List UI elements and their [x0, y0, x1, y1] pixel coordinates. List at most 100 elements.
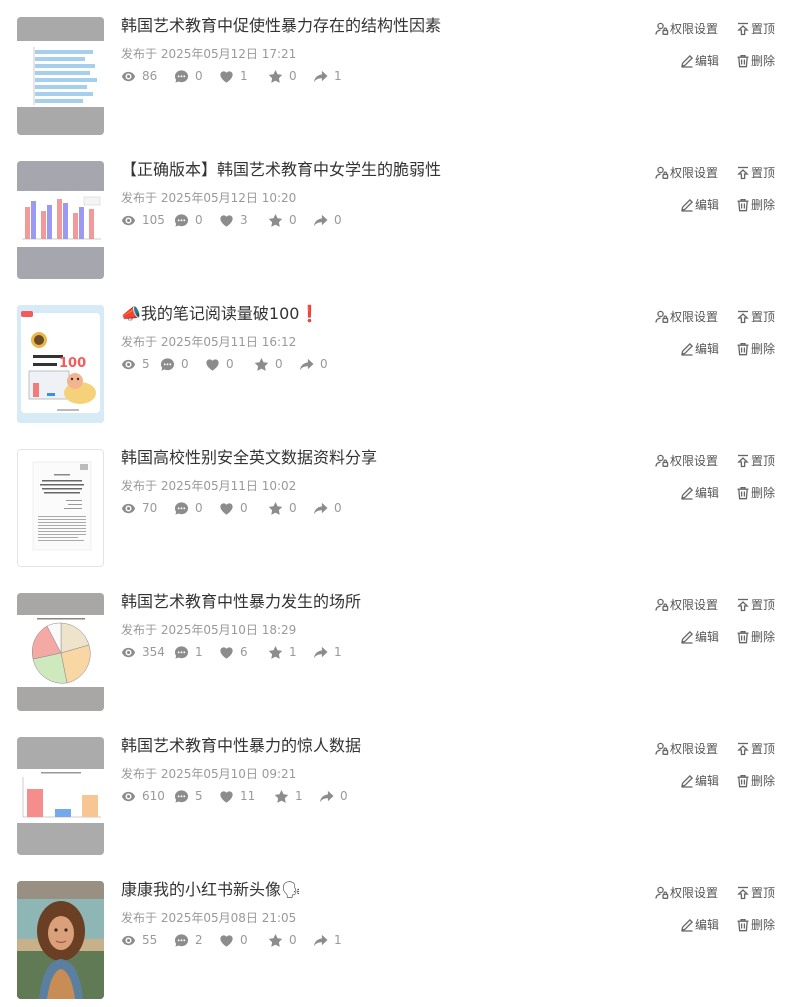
comments-count: 2	[195, 933, 203, 947]
comment-icon	[174, 933, 189, 947]
collects-count: 0	[289, 501, 297, 515]
note-thumbnail[interactable]: 100	[17, 305, 104, 423]
shares-count: 1	[334, 645, 342, 659]
delete-label: 删除	[751, 918, 776, 932]
note-thumbnail[interactable]	[17, 17, 104, 135]
edit-button[interactable]: 编辑	[680, 484, 719, 501]
shares-stat: 1	[313, 69, 346, 84]
edit-label: 编辑	[695, 486, 720, 500]
comment-icon	[174, 69, 189, 83]
shares-stat: 1	[313, 933, 346, 948]
pin-top-icon	[737, 22, 749, 35]
likes-stat: 3	[219, 213, 268, 228]
note-title[interactable]: 📣我的笔记阅读量破100❗	[121, 303, 319, 325]
delete-button[interactable]: 删除	[736, 196, 775, 213]
note-thumbnail[interactable]	[17, 593, 104, 711]
delete-button[interactable]: 删除	[736, 340, 775, 357]
permission-settings-button[interactable]: 权限设置	[655, 596, 718, 613]
edit-label: 编辑	[695, 918, 720, 932]
note-title[interactable]: 【正确版本】韩国艺术教育中女学生的脆弱性	[121, 159, 441, 181]
views-count: 354	[142, 645, 165, 659]
note-thumbnail[interactable]	[17, 161, 104, 279]
user-lock-icon	[655, 166, 669, 179]
note-item[interactable]: 康康我的小红书新头像🗣 发布于 2025年05月08日 21:05 55 2 0…	[0, 864, 792, 999]
likes-count: 11	[240, 789, 256, 803]
comments-stat: 5	[174, 789, 219, 804]
note-item[interactable]: 韩国艺术教育中促使性暴力存在的结构性因素 发布于 2025年05月12日 17:…	[0, 0, 792, 135]
note-item[interactable]: 100 📣我的笔记阅读量破100❗ 发布于 2025年05月11日 16:12 …	[0, 288, 792, 423]
note-stats: 86 0 1 0 1	[121, 67, 346, 85]
heart-icon	[220, 502, 233, 515]
pencil-icon	[681, 774, 694, 788]
shares-count: 0	[334, 213, 342, 227]
shares-stat: 0	[299, 357, 332, 372]
permission-settings-button[interactable]: 权限设置	[655, 452, 718, 469]
note-thumbnail[interactable]	[17, 881, 104, 999]
edit-button[interactable]: 编辑	[680, 196, 719, 213]
views-stat: 610	[121, 789, 174, 804]
pin-top-icon	[737, 454, 749, 467]
comment-icon	[174, 789, 189, 803]
permission-settings-label: 权限设置	[670, 742, 719, 756]
heart-icon	[220, 646, 233, 659]
permission-settings-label: 权限设置	[670, 454, 719, 468]
pin-button[interactable]: 置顶	[736, 20, 775, 37]
likes-stat: 1	[219, 69, 268, 84]
pin-label: 置顶	[751, 310, 776, 324]
edit-label: 编辑	[695, 198, 720, 212]
pin-button[interactable]: 置顶	[736, 308, 775, 325]
comments-count: 0	[195, 213, 203, 227]
eye-icon	[121, 71, 136, 81]
note-item[interactable]: 韩国艺术教育中性暴力的惊人数据 发布于 2025年05月10日 09:21 61…	[0, 720, 792, 855]
permission-settings-button[interactable]: 权限设置	[655, 308, 718, 325]
views-count: 105	[142, 213, 165, 227]
pin-button[interactable]: 置顶	[736, 452, 775, 469]
publish-date: 发布于 2025年05月12日 10:20	[121, 191, 297, 205]
note-thumbnail[interactable]	[17, 737, 104, 855]
shares-stat: 0	[313, 501, 346, 516]
shares-stat: 1	[313, 645, 346, 660]
publish-date: 发布于 2025年05月12日 17:21	[121, 47, 297, 61]
pin-label: 置顶	[751, 598, 776, 612]
note-thumbnail[interactable]	[17, 449, 104, 567]
delete-button[interactable]: 删除	[736, 772, 775, 789]
note-item[interactable]: 韩国高校性别安全英文数据资料分享 发布于 2025年05月11日 10:02 7…	[0, 432, 792, 567]
permission-settings-button[interactable]: 权限设置	[655, 740, 718, 757]
pin-button[interactable]: 置顶	[736, 164, 775, 181]
note-item[interactable]: 【正确版本】韩国艺术教育中女学生的脆弱性 发布于 2025年05月12日 10:…	[0, 144, 792, 279]
permission-settings-label: 权限设置	[670, 310, 719, 324]
note-title[interactable]: 康康我的小红书新头像🗣	[121, 879, 301, 901]
pin-button[interactable]: 置顶	[736, 596, 775, 613]
note-title[interactable]: 韩国艺术教育中促使性暴力存在的结构性因素	[121, 15, 441, 37]
note-title[interactable]: 韩国艺术教育中性暴力发生的场所	[121, 591, 361, 613]
permission-settings-button[interactable]: 权限设置	[655, 884, 718, 901]
edit-button[interactable]: 编辑	[680, 916, 719, 933]
star-icon	[254, 357, 269, 371]
delete-button[interactable]: 删除	[736, 916, 775, 933]
comments-count: 0	[195, 69, 203, 83]
likes-stat: 0	[219, 933, 268, 948]
delete-button[interactable]: 删除	[736, 484, 775, 501]
collects-count: 0	[289, 69, 297, 83]
pin-button[interactable]: 置顶	[736, 884, 775, 901]
permission-settings-button[interactable]: 权限设置	[655, 20, 718, 37]
edit-button[interactable]: 编辑	[680, 52, 719, 69]
pin-button[interactable]: 置顶	[736, 740, 775, 757]
delete-button[interactable]: 删除	[736, 628, 775, 645]
note-title[interactable]: 韩国艺术教育中性暴力的惊人数据	[121, 735, 361, 757]
collects-count: 0	[289, 213, 297, 227]
delete-label: 删除	[751, 342, 776, 356]
delete-button[interactable]: 删除	[736, 52, 775, 69]
edit-button[interactable]: 编辑	[680, 628, 719, 645]
permission-settings-button[interactable]: 权限设置	[655, 164, 718, 181]
eye-icon	[121, 791, 136, 801]
collects-stat: 0	[268, 501, 313, 516]
publish-date: 发布于 2025年05月11日 16:12	[121, 335, 297, 349]
share-arrow-icon	[313, 646, 328, 658]
edit-button[interactable]: 编辑	[680, 340, 719, 357]
collects-count: 1	[295, 789, 303, 803]
note-title[interactable]: 韩国高校性别安全英文数据资料分享	[121, 447, 377, 469]
user-lock-icon	[655, 598, 669, 611]
edit-button[interactable]: 编辑	[680, 772, 719, 789]
note-item[interactable]: 韩国艺术教育中性暴力发生的场所 发布于 2025年05月10日 18:29 35…	[0, 576, 792, 711]
